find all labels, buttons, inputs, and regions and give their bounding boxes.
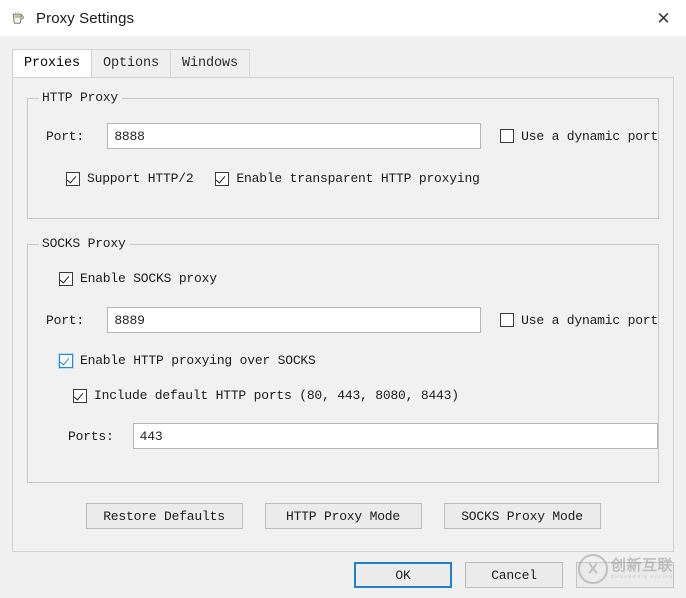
title-bar: Proxy Settings ✕ (0, 0, 686, 36)
http-proxy-mode-button[interactable]: HTTP Proxy Mode (264, 503, 422, 529)
checkbox-box (59, 271, 73, 286)
enable-socks-row: Enable SOCKS proxy (28, 271, 658, 286)
include-default-ports-checkbox[interactable]: Include default HTTP ports (80, 443, 808… (73, 388, 459, 403)
proxies-tab-panel: HTTP Proxy Port: 8888 Use a dynamic port… (12, 77, 674, 552)
tab-windows[interactable]: Windows (170, 49, 251, 77)
checkbox-box (215, 171, 230, 186)
charles-proxy-app-icon (10, 10, 26, 26)
checkbox-box (500, 129, 515, 143)
checkbox-box (59, 353, 73, 368)
socks-ports-input[interactable]: 443 (132, 423, 658, 449)
http-over-socks-label: Enable HTTP proxying over SOCKS (80, 353, 316, 368)
socks-port-label: Port: (46, 312, 85, 328)
tab-options[interactable]: Options (91, 49, 172, 77)
socks-port-input[interactable]: 8889 (107, 307, 482, 333)
tab-proxies[interactable]: Proxies (12, 49, 93, 77)
support-http2-checkbox[interactable]: Support HTTP/2 (66, 171, 194, 186)
http-options-row: Support HTTP/2 Enable transparent HTTP p… (28, 171, 658, 186)
http-port-label: Port: (46, 128, 85, 144)
http-dynamic-port-checkbox[interactable]: Use a dynamic port (500, 129, 658, 144)
socks-dynamic-port-label: Use a dynamic port (521, 312, 658, 328)
window-title: Proxy Settings (36, 9, 135, 27)
http-port-row: Port: 8888 Use a dynamic port (28, 123, 658, 149)
socks-proxy-group: SOCKS Proxy Enable SOCKS proxy Port: 888… (27, 237, 659, 483)
socks-ports-label: Ports: (68, 428, 114, 444)
help-button[interactable] (576, 562, 674, 588)
http-over-socks-checkbox[interactable]: Enable HTTP proxying over SOCKS (59, 353, 316, 368)
checkbox-box (500, 313, 515, 327)
include-default-ports-row: Include default HTTP ports (80, 443, 808… (28, 388, 658, 403)
ok-button[interactable]: OK (354, 562, 452, 588)
enable-socks-label: Enable SOCKS proxy (80, 271, 217, 286)
transparent-proxying-label: Enable transparent HTTP proxying (236, 171, 480, 186)
enable-socks-checkbox[interactable]: Enable SOCKS proxy (59, 271, 217, 286)
transparent-proxying-checkbox[interactable]: Enable transparent HTTP proxying (215, 171, 480, 186)
socks-dynamic-port-checkbox[interactable]: Use a dynamic port (500, 313, 658, 328)
proxy-settings-dialog: Proxy Settings ✕ Proxies Options Windows… (0, 0, 686, 598)
restore-defaults-button[interactable]: Restore Defaults (85, 503, 243, 529)
http-proxy-group: HTTP Proxy Port: 8888 Use a dynamic port… (27, 91, 659, 219)
checkbox-box (66, 171, 80, 186)
http-dynamic-port-label: Use a dynamic port (521, 128, 658, 144)
checkbox-box (73, 388, 87, 403)
support-http2-label: Support HTTP/2 (87, 171, 194, 186)
http-proxy-group-title: HTTP Proxy (39, 91, 123, 105)
socks-proxy-mode-button[interactable]: SOCKS Proxy Mode (443, 503, 601, 529)
http-port-input[interactable]: 8888 (107, 123, 482, 149)
socks-ports-row: Ports: 443 (28, 423, 658, 449)
cancel-button[interactable]: Cancel (465, 562, 563, 588)
dialog-footer: OK Cancel (0, 552, 686, 598)
http-over-socks-row: Enable HTTP proxying over SOCKS (28, 353, 658, 368)
socks-proxy-group-title: SOCKS Proxy (39, 237, 130, 251)
tab-strip: Proxies Options Windows (12, 49, 686, 77)
close-icon[interactable]: ✕ (641, 0, 686, 36)
mode-buttons-row: Restore Defaults HTTP Proxy Mode SOCKS P… (13, 503, 673, 529)
socks-port-row: Port: 8889 Use a dynamic port (28, 307, 658, 333)
include-default-ports-label: Include default HTTP ports (80, 443, 808… (94, 388, 459, 403)
